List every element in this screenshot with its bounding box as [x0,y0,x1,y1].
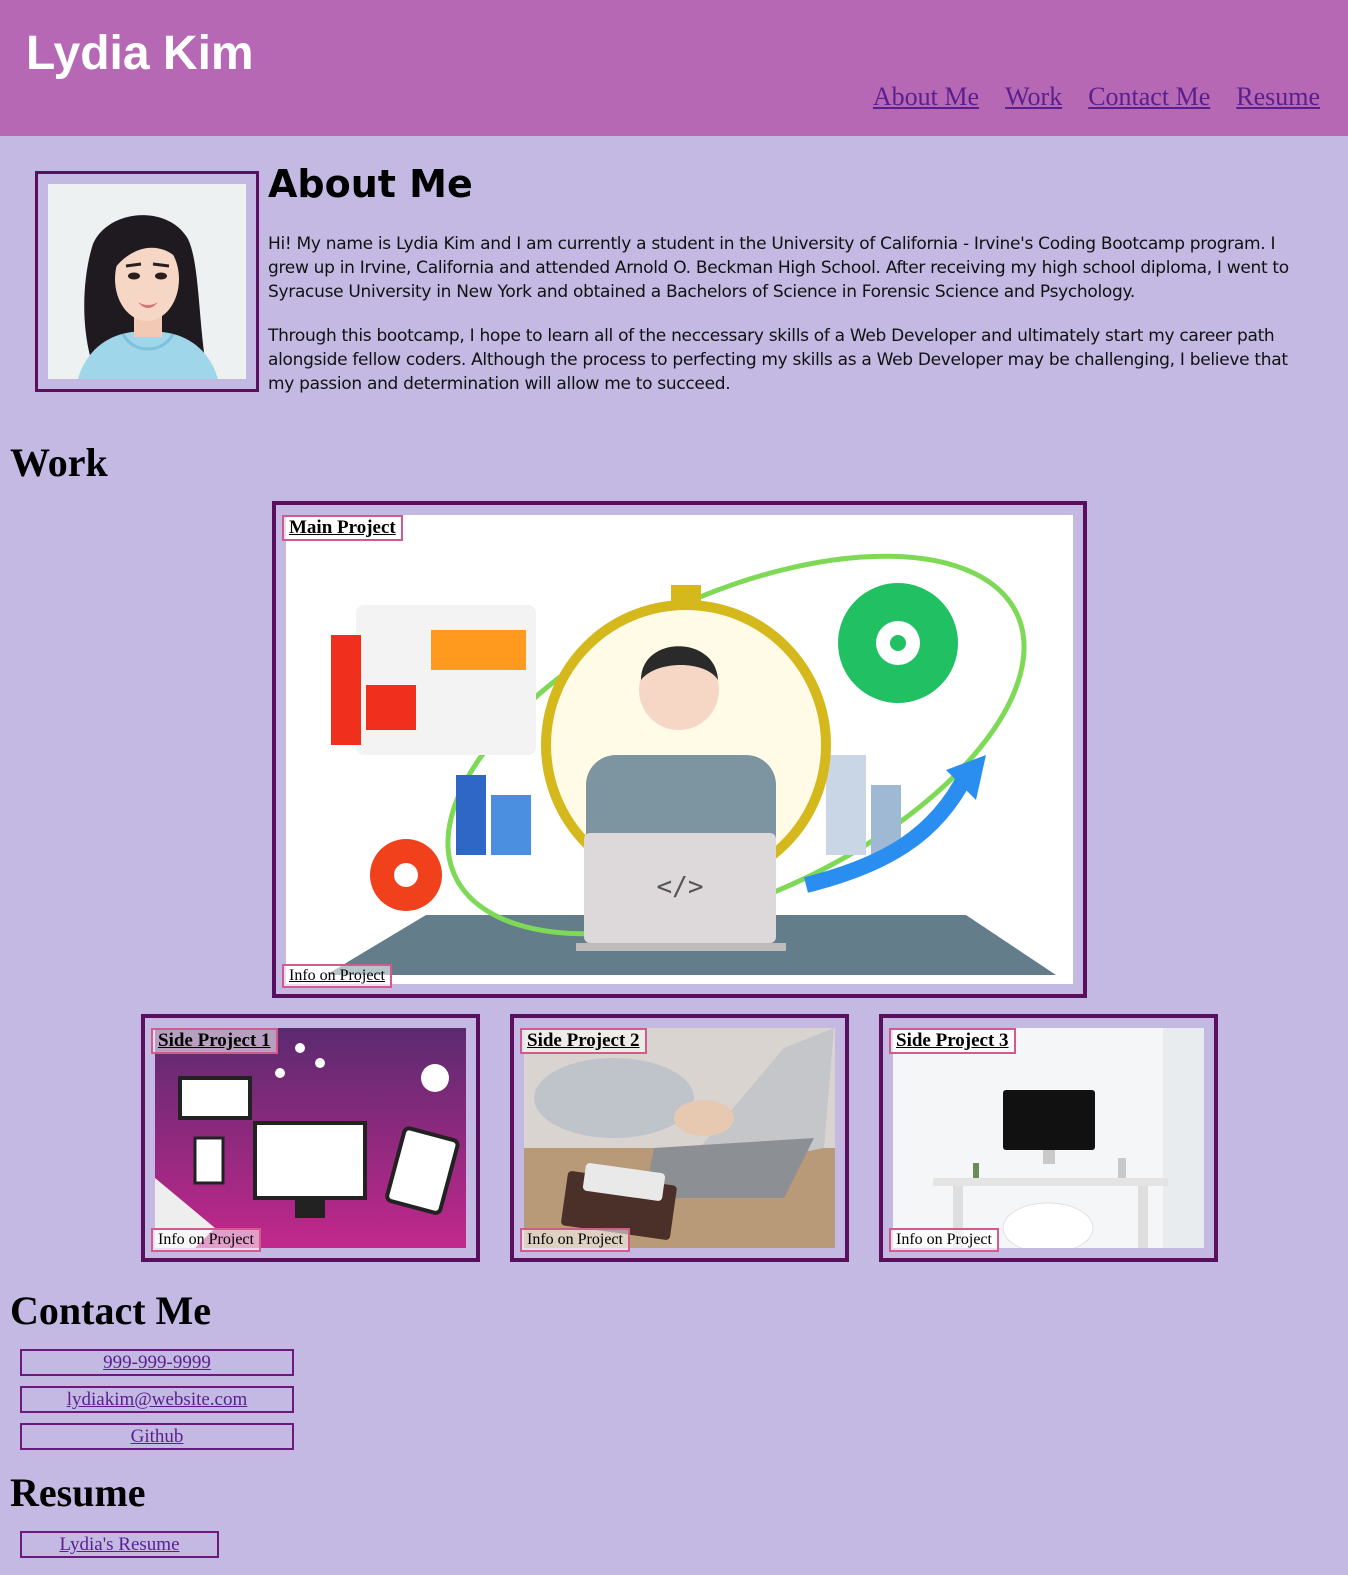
side-project-2-image [524,1028,835,1248]
side-project-1-image [155,1028,466,1248]
side-project-3-image [893,1028,1204,1248]
nav-about-me[interactable]: About Me [873,82,979,112]
side-project-3-card[interactable]: Side Project 3 Info on Project [879,1014,1218,1262]
resume-link[interactable]: Lydia's Resume [59,1534,179,1555]
about-text: Hi! My name is Lydia Kim and I am curren… [268,232,1318,416]
nav-contact-me[interactable]: Contact Me [1088,82,1210,112]
github-link[interactable]: Github [131,1426,184,1447]
nav-resume[interactable]: Resume [1236,82,1320,112]
side-project-1-info[interactable]: Info on Project [151,1228,261,1252]
site-title: Lydia Kim [26,27,254,80]
main-project-label[interactable]: Main Project [282,515,403,541]
svg-text:</>: </> [657,872,704,902]
contact-title: Contact Me [10,1288,212,1333]
site-header: Lydia Kim About Me Work Contact Me Resum… [0,0,1348,136]
phone-link[interactable]: 999-999-9999 [103,1352,211,1373]
main-project-image: </> [286,515,1073,984]
email-link-box: lydiakim@website.com [20,1386,294,1413]
about-paragraph-1: Hi! My name is Lydia Kim and I am curren… [268,234,1289,302]
side-project-3-label[interactable]: Side Project 3 [889,1028,1016,1054]
avatar-frame [35,171,259,392]
email-link[interactable]: lydiakim@website.com [67,1389,248,1410]
main-project-info[interactable]: Info on Project [282,964,392,988]
side-project-2-info[interactable]: Info on Project [520,1228,630,1252]
side-project-3-info[interactable]: Info on Project [889,1228,999,1252]
about-paragraph-2: Through this bootcamp, I hope to learn a… [268,326,1288,394]
main-nav: About Me Work Contact Me Resume [873,82,1320,112]
work-title: Work [10,440,108,485]
phone-link-box: 999-999-9999 [20,1349,294,1376]
side-project-1-card[interactable]: Side Project 1 Info on Project [141,1014,480,1262]
resume-link-box: Lydia's Resume [20,1531,219,1558]
avatar-image [48,184,246,379]
nav-work[interactable]: Work [1005,82,1062,112]
side-project-1-label[interactable]: Side Project 1 [151,1028,278,1054]
side-project-2-label[interactable]: Side Project 2 [520,1028,647,1054]
about-title: About Me [268,162,473,206]
resume-title: Resume [10,1470,146,1515]
github-link-box: Github [20,1423,294,1450]
side-project-2-card[interactable]: Side Project 2 Info on Project [510,1014,849,1262]
main-project-card[interactable]: </> Main Project Info on Project [272,501,1087,998]
